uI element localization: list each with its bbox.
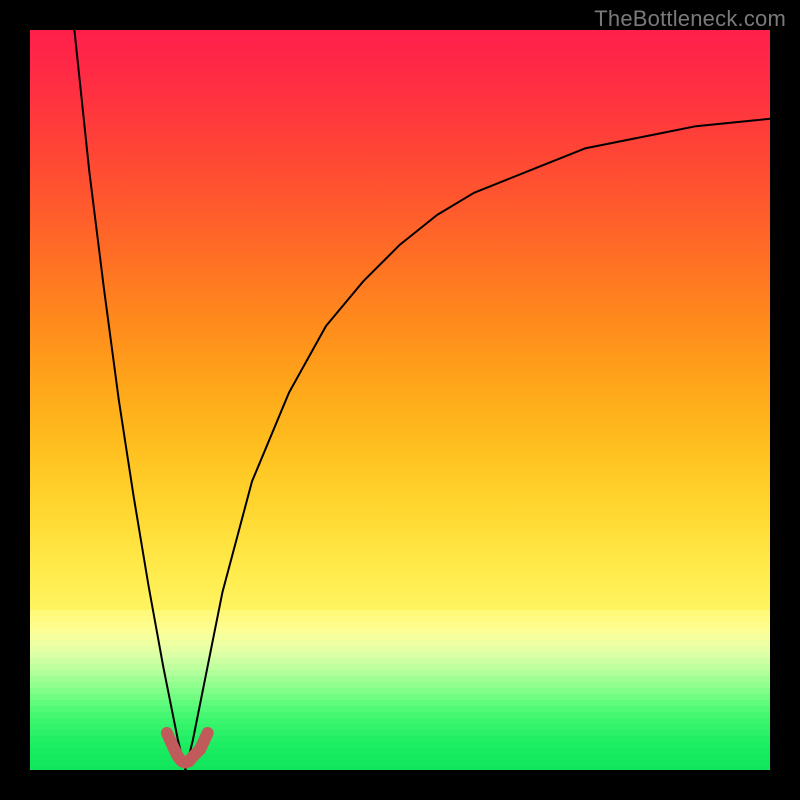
watermark-text: TheBottleneck.com: [594, 6, 786, 32]
gradient-striations: [30, 610, 770, 770]
plot-area: [30, 30, 770, 770]
trough-marker: [167, 733, 208, 763]
curve-line: [74, 30, 770, 770]
chart-svg: [30, 30, 770, 770]
chart-frame: TheBottleneck.com: [0, 0, 800, 800]
